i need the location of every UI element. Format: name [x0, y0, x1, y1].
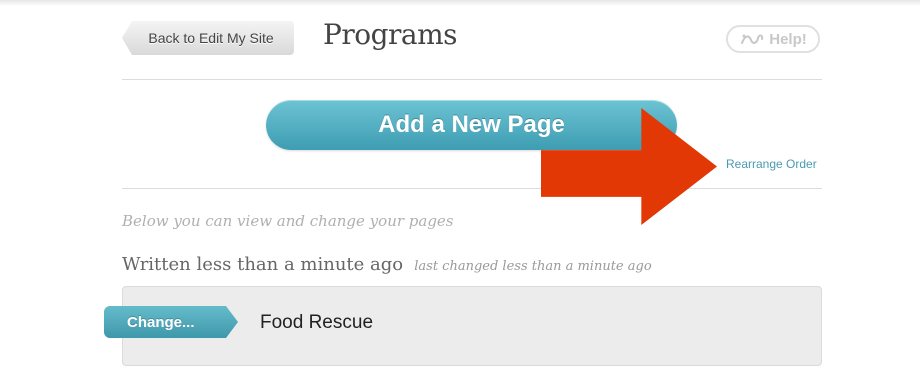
add-new-page-button[interactable]: Add a New Page — [266, 100, 677, 150]
page-title: Programs — [323, 18, 458, 51]
rearrange-order-link[interactable]: Rearrange Order — [726, 157, 817, 171]
section-divider — [122, 188, 822, 189]
header-divider — [122, 79, 822, 80]
top-shadow — [0, 0, 920, 6]
pages-intro-text: Below you can view and change your pages — [122, 212, 454, 230]
help-label: Help! — [769, 30, 807, 48]
written-text: Written less than a minute ago — [122, 254, 404, 275]
help-squiggle-icon — [741, 34, 764, 44]
back-button-label: Back to Edit My Site — [148, 30, 274, 46]
page-name: Food Rescue — [260, 312, 374, 333]
change-button[interactable]: Change... — [104, 306, 238, 338]
add-page-label: Add a New Page — [378, 111, 565, 138]
change-button-label: Change... — [127, 313, 195, 331]
help-button[interactable]: Help! — [726, 25, 820, 53]
back-to-edit-button[interactable]: Back to Edit My Site — [122, 21, 294, 55]
written-status: Written less than a minute ago last chan… — [122, 254, 652, 275]
last-changed-text: last changed less than a minute ago — [414, 259, 652, 274]
